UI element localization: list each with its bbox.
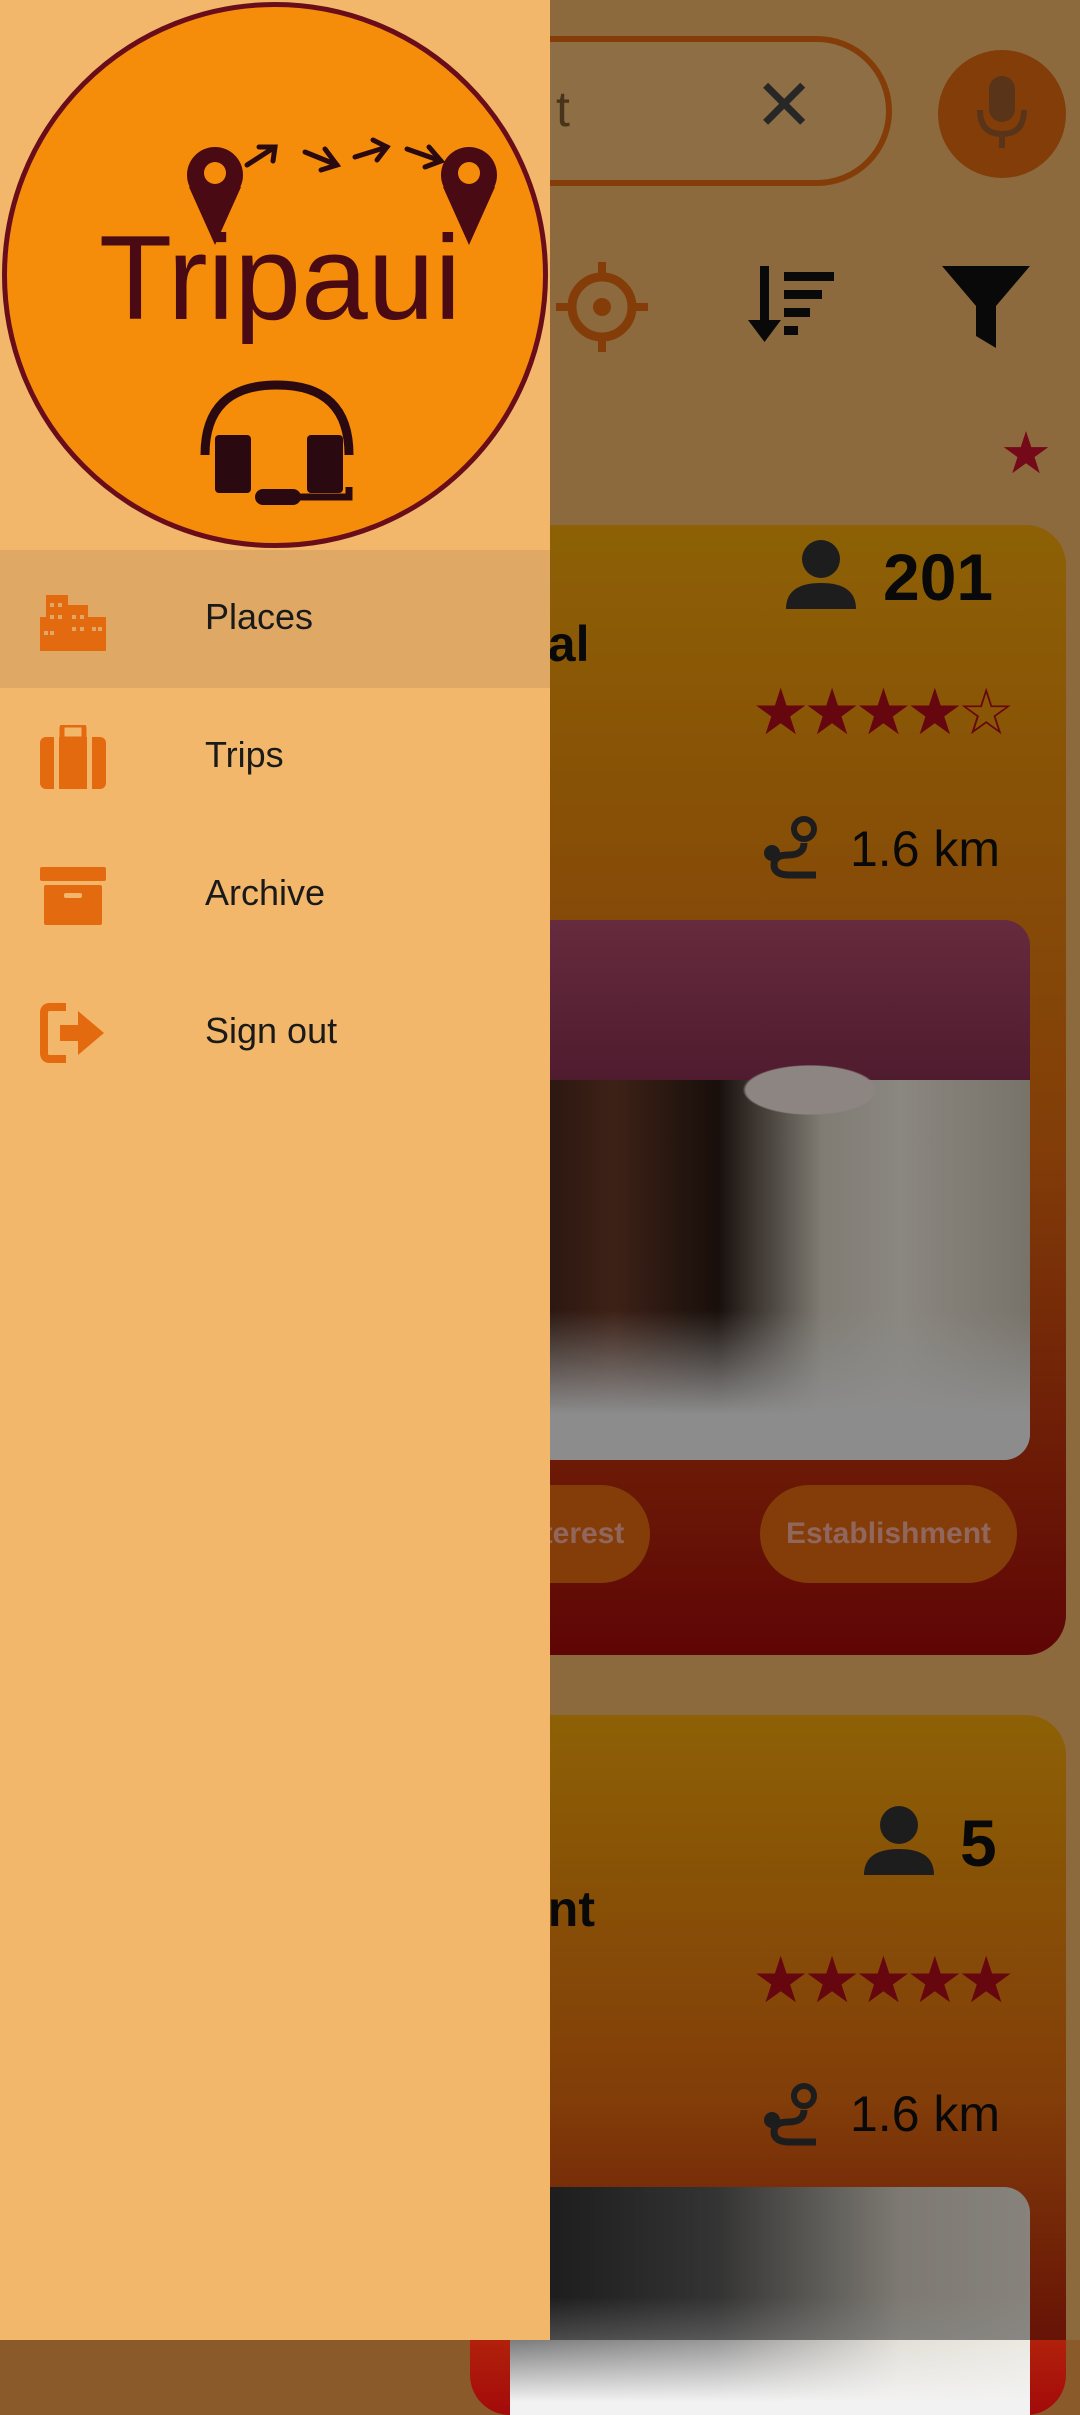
logo-graphic: Tripaui (99, 137, 497, 505)
drawer-item-label: Trips (205, 734, 284, 775)
archive-box-icon (40, 867, 106, 925)
tripaui-logo: Tripaui (2, 2, 548, 548)
drawer-item-trips[interactable]: Trips (0, 688, 550, 826)
drawer-item-label: Sign out (205, 1010, 338, 1051)
drawer-item-archive[interactable]: Archive (0, 826, 550, 964)
navigation-drawer: Tripaui Places Trips Archive Sign out (0, 0, 550, 2340)
drawer-item-places[interactable]: Places (0, 550, 550, 688)
drawer-item-label: Places (205, 596, 314, 637)
city-icon (40, 595, 106, 651)
drawer-item-sign-out[interactable]: Sign out (0, 964, 550, 1102)
logo-wordmark: Tripaui (99, 211, 461, 345)
sign-out-icon (40, 1003, 104, 1063)
drawer-item-label: Archive (205, 872, 326, 913)
suitcase-icon (40, 725, 106, 789)
